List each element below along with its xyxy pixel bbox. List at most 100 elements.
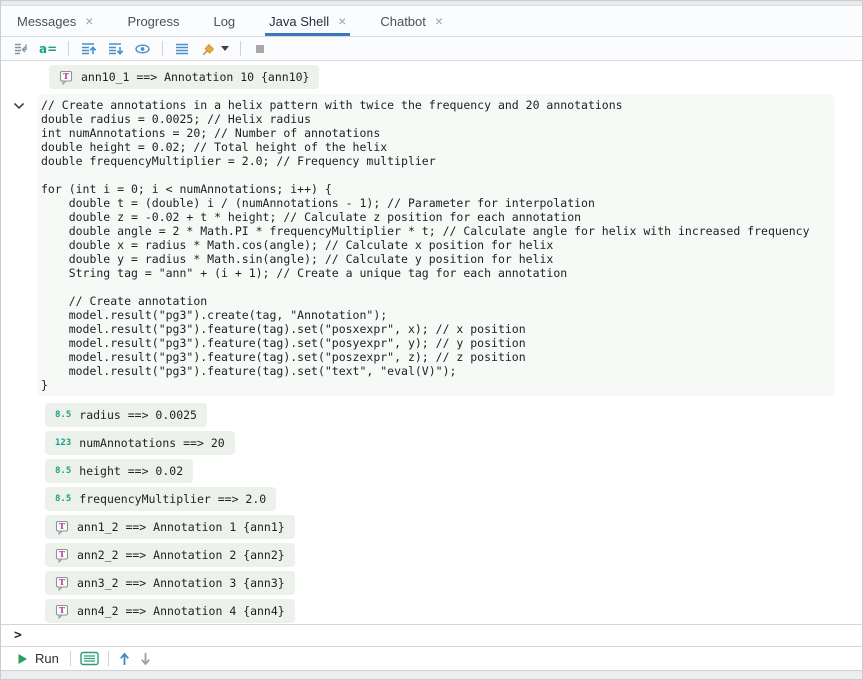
stop-icon (252, 41, 268, 57)
tab-messages[interactable]: Messages × (13, 6, 97, 36)
results-list: 8.5 radius ==> 0.0025 123 numAnnotations… (1, 403, 862, 623)
double-type-icon: 8.5 (55, 410, 71, 420)
lines-up-arrow-icon (80, 41, 97, 57)
result-text: numAnnotations ==> 20 (79, 436, 224, 450)
code-line: double y = radius * Math.sin(angle); // … (41, 252, 835, 266)
history-result-text: ann10_1 ==> Annotation 10 {ann10} (81, 70, 309, 84)
history-up-button[interactable] (114, 648, 135, 670)
code-line: double x = radius * Math.cos(angle); // … (41, 238, 835, 252)
svg-text:T: T (59, 605, 65, 615)
tab-close-icon[interactable]: × (338, 14, 346, 28)
code-line: double z = -0.02 + t * height; // Calcul… (41, 210, 835, 224)
java-shell-window: Messages × Progress Log Java Shell × Cha… (0, 0, 863, 680)
tab-close-icon[interactable]: × (435, 14, 443, 28)
prompt-row[interactable]: > (1, 624, 862, 646)
annotation-icon: T (55, 548, 69, 563)
code-block: // Create annotations in a helix pattern… (37, 94, 835, 396)
annotation-icon: T (59, 70, 73, 85)
result-bubble: T ann1_2 ==> Annotation 1 {ann1} (45, 515, 295, 539)
tab-label: Messages (17, 14, 76, 29)
annotation-icon: T (55, 520, 69, 535)
console-lines-icon (80, 651, 99, 666)
show-variables-button[interactable]: a= (35, 38, 61, 60)
int-type-icon: 123 (55, 438, 71, 448)
annotation-icon: T (55, 576, 69, 591)
window-bottom-strip (1, 670, 862, 679)
code-line: model.result("pg3").feature(tag).set("po… (41, 322, 835, 336)
annotation-icon: T (55, 520, 69, 535)
run-bar: Run (1, 646, 862, 670)
prompt-symbol: > (14, 628, 22, 643)
console-lines-button[interactable] (76, 648, 103, 670)
code-line: // Create annotation (41, 294, 835, 308)
annotation-icon: T (55, 604, 69, 619)
code-line: double radius = 0.0025; // Helix radius (41, 112, 835, 126)
clear-shell-button[interactable] (196, 38, 233, 60)
run-button-label: Run (35, 651, 59, 666)
code-line: double angle = 2 * Math.PI * frequencyMu… (41, 224, 835, 238)
tab-close-icon[interactable]: × (85, 14, 93, 28)
history-result-bubble: T ann10_1 ==> Annotation 10 {ann10} (49, 65, 319, 89)
result-text: ann2_2 ==> Annotation 2 {ann2} (77, 548, 285, 562)
result-text: ann4_2 ==> Annotation 4 {ann4} (77, 604, 285, 618)
code-line: // Create annotations in a helix pattern… (41, 98, 835, 112)
run-bar-separator (70, 651, 71, 666)
tab-chatbot[interactable]: Chatbot × (376, 6, 447, 36)
result-text: ann3_2 ==> Annotation 3 {ann3} (77, 576, 285, 590)
code-line: int numAnnotations = 20; // Number of an… (41, 126, 835, 140)
tab-label: Java Shell (269, 14, 329, 29)
console-output-area[interactable]: T ann10_1 ==> Annotation 10 {ann10} // C… (1, 61, 862, 624)
double-type-icon: 8.5 (55, 494, 71, 504)
code-line (41, 280, 835, 294)
list-icon (174, 41, 190, 57)
code-line: double height = 0.02; // Total height of… (41, 140, 835, 154)
toolbar-separator (68, 41, 69, 56)
move-up-button[interactable] (76, 38, 101, 60)
annotation-icon: T (59, 70, 73, 85)
result-text: height ==> 0.02 (79, 464, 183, 478)
annotation-icon: T (55, 548, 69, 563)
code-line: model.result("pg3").create(tag, "Annotat… (41, 308, 835, 322)
move-down-button[interactable] (103, 38, 128, 60)
down-arrow-icon (139, 651, 152, 667)
run-button[interactable]: Run (11, 648, 65, 670)
svg-text:T: T (59, 521, 65, 531)
tab-progress[interactable]: Progress (123, 6, 183, 36)
shell-toolbar: a= (1, 37, 862, 61)
code-line: double frequencyMultiplier = 2.0; // Fre… (41, 154, 835, 168)
svg-text:T: T (59, 549, 65, 559)
show-variables-icon: a= (39, 42, 57, 56)
eye-icon (134, 41, 151, 57)
code-line: for (int i = 0; i < numAnnotations; i++)… (41, 182, 835, 196)
code-line (41, 168, 835, 182)
code-line: model.result("pg3").feature(tag).set("te… (41, 364, 835, 378)
result-text: frequencyMultiplier ==> 2.0 (79, 492, 266, 506)
code-line: double t = (double) i / (numAnnotations … (41, 196, 835, 210)
code-line: String tag = "ann" + (i + 1); // Create … (41, 266, 835, 280)
toolbar-separator (162, 41, 163, 56)
dropdown-arrow-icon[interactable] (221, 46, 229, 51)
result-bubble: 8.5 frequencyMultiplier ==> 2.0 (45, 487, 276, 511)
tab-log[interactable]: Log (209, 6, 239, 36)
auto-scroll-button[interactable] (9, 38, 33, 60)
svg-text:T: T (63, 71, 69, 81)
tab-label: Progress (127, 14, 179, 29)
result-bubble: T ann2_2 ==> Annotation 2 {ann2} (45, 543, 295, 567)
show-output-button[interactable] (130, 38, 155, 60)
stop-button (248, 38, 272, 60)
code-line: } (41, 378, 835, 392)
tab-label: Chatbot (380, 14, 426, 29)
broom-icon (200, 41, 216, 57)
annotation-icon: T (55, 604, 69, 619)
tab-label: Log (213, 14, 235, 29)
result-bubble: T ann3_2 ==> Annotation 3 {ann3} (45, 571, 295, 595)
tab-java-shell[interactable]: Java Shell × (265, 6, 350, 36)
result-text: ann1_2 ==> Annotation 1 {ann1} (77, 520, 285, 534)
list-button[interactable] (170, 38, 194, 60)
collapse-chevron-icon[interactable] (12, 100, 26, 112)
annotation-icon: T (55, 576, 69, 591)
history-down-button[interactable] (135, 648, 156, 670)
up-arrow-icon (118, 651, 131, 667)
lines-return-arrow-icon (13, 41, 29, 57)
code-line: model.result("pg3").feature(tag).set("po… (41, 336, 835, 350)
